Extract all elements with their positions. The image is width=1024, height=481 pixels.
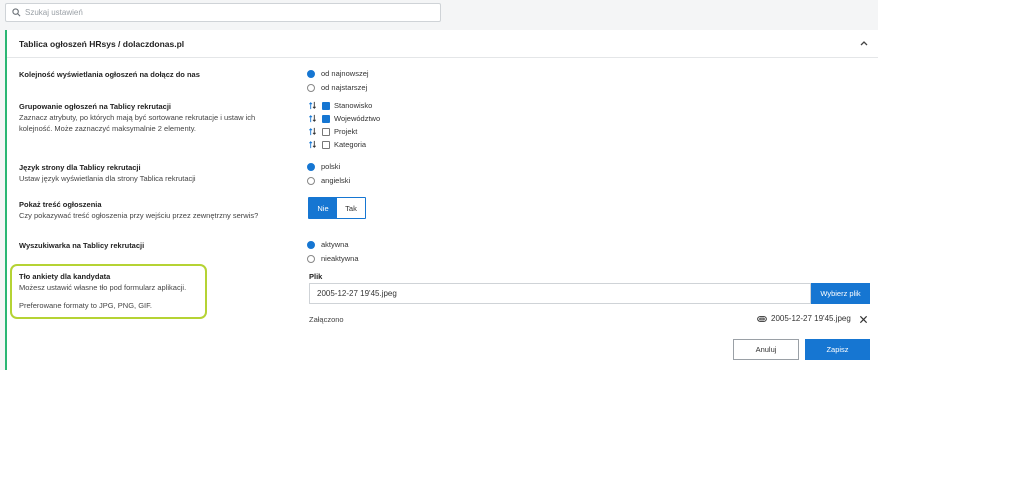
sort-arrows-icon[interactable] xyxy=(308,127,317,136)
checkbox-unchecked[interactable] xyxy=(322,127,330,136)
cancel-button[interactable]: Anuluj xyxy=(733,339,799,360)
sort-arrows-icon[interactable] xyxy=(308,101,317,110)
attached-file-link[interactable]: 2005-12-27 19'45.jpeg xyxy=(757,314,851,323)
language-desc: Ustaw język wyświetlania dla strony Tabl… xyxy=(19,174,196,183)
file-label: Plik xyxy=(309,272,323,281)
search-icon xyxy=(12,8,21,17)
search-engine-label: Wyszukiwarka na Tablicy rekrutacji xyxy=(19,241,145,250)
settings-panel: Tablica ogłoszeń HRsys / dolaczdonas.pl … xyxy=(5,30,878,370)
grouping-item-projekt[interactable]: Projekt xyxy=(308,127,357,136)
search-engine-option-aktywna[interactable]: aktywna xyxy=(307,240,349,249)
search-input[interactable] xyxy=(25,8,440,17)
order-option-oldest[interactable]: od najstarszej xyxy=(307,83,367,92)
radio-label: od najnowszej xyxy=(321,69,369,78)
toggle-option-nie[interactable]: Nie xyxy=(309,198,337,218)
close-icon[interactable] xyxy=(859,315,868,324)
checkbox-checked[interactable] xyxy=(322,114,330,123)
paperclip-icon xyxy=(757,315,767,322)
show-content-toggle[interactable]: Nie Tak xyxy=(308,197,366,219)
search-box[interactable] xyxy=(5,3,441,22)
checkbox-label: Stanowisko xyxy=(334,101,373,110)
background-desc: Możesz ustawić własne tło pod formularz … xyxy=(19,283,187,292)
background-formats: Preferowane formaty to JPG, PNG, GIF. xyxy=(19,301,152,310)
panel-header[interactable]: Tablica ogłoszeń HRsys / dolaczdonas.pl xyxy=(7,30,878,58)
radio-label: angielski xyxy=(321,176,351,185)
radio-unselected[interactable] xyxy=(307,83,315,92)
grouping-item-wojewodztwo[interactable]: Województwo xyxy=(308,114,380,123)
sort-arrows-icon[interactable] xyxy=(308,114,317,123)
attached-label: Załączono xyxy=(309,315,344,324)
radio-label: aktywna xyxy=(321,240,349,249)
radio-selected[interactable] xyxy=(307,162,315,171)
file-input-value: 2005-12-27 19'45.jpeg xyxy=(317,289,397,298)
radio-label: polski xyxy=(321,162,341,171)
checkbox-label: Województwo xyxy=(334,114,381,123)
language-option-polski[interactable]: polski xyxy=(307,162,340,171)
show-content-label: Pokaż treść ogłoszenia xyxy=(19,200,102,209)
order-label: Kolejność wyświetlania ogłoszeń na dołąc… xyxy=(19,70,200,79)
show-content-desc: Czy pokazywać treść ogłoszenia przy wejś… xyxy=(19,211,259,220)
checkbox-unchecked[interactable] xyxy=(322,140,330,149)
radio-unselected[interactable] xyxy=(307,254,315,263)
sort-arrows-icon[interactable] xyxy=(308,140,317,149)
checkbox-checked[interactable] xyxy=(322,101,330,110)
language-option-angielski[interactable]: angielski xyxy=(307,176,350,185)
checkbox-label: Projekt xyxy=(334,127,358,136)
grouping-item-kategoria[interactable]: Kategoria xyxy=(308,140,366,149)
checkbox-label: Kategoria xyxy=(334,140,367,149)
radio-label: nieaktywna xyxy=(321,254,359,263)
choose-file-button[interactable]: Wybierz plik xyxy=(811,283,870,304)
settings-app: Tablica ogłoszeń HRsys / dolaczdonas.pl … xyxy=(0,0,878,370)
grouping-item-stanowisko[interactable]: Stanowisko xyxy=(308,101,372,110)
radio-unselected[interactable] xyxy=(307,176,315,185)
chevron-up-icon[interactable] xyxy=(859,38,869,48)
attached-file-name: 2005-12-27 19'45.jpeg xyxy=(771,314,851,323)
radio-selected[interactable] xyxy=(307,240,315,249)
panel-title: Tablica ogłoszeń HRsys / dolaczdonas.pl xyxy=(19,39,185,49)
radio-label: od najstarszej xyxy=(321,83,368,92)
grouping-desc-1: Zaznacz atrybuty, po których mają być so… xyxy=(19,113,256,122)
language-label: Język strony dla Tablicy rekrutacji xyxy=(19,163,141,172)
search-engine-option-nieaktywna[interactable]: nieaktywna xyxy=(307,254,359,263)
radio-selected[interactable] xyxy=(307,69,315,78)
save-button[interactable]: Zapisz xyxy=(805,339,870,360)
order-option-newest[interactable]: od najnowszej xyxy=(307,69,369,78)
grouping-desc-2: kolejność. Może zaznaczyć maksymalnie 2 … xyxy=(19,124,197,133)
file-input[interactable]: 2005-12-27 19'45.jpeg xyxy=(309,283,811,304)
toggle-option-tak[interactable]: Tak xyxy=(337,198,365,218)
grouping-label: Grupowanie ogłoszeń na Tablicy rekrutacj… xyxy=(19,102,171,111)
background-label: Tło ankiety dla kandydata xyxy=(19,272,111,281)
